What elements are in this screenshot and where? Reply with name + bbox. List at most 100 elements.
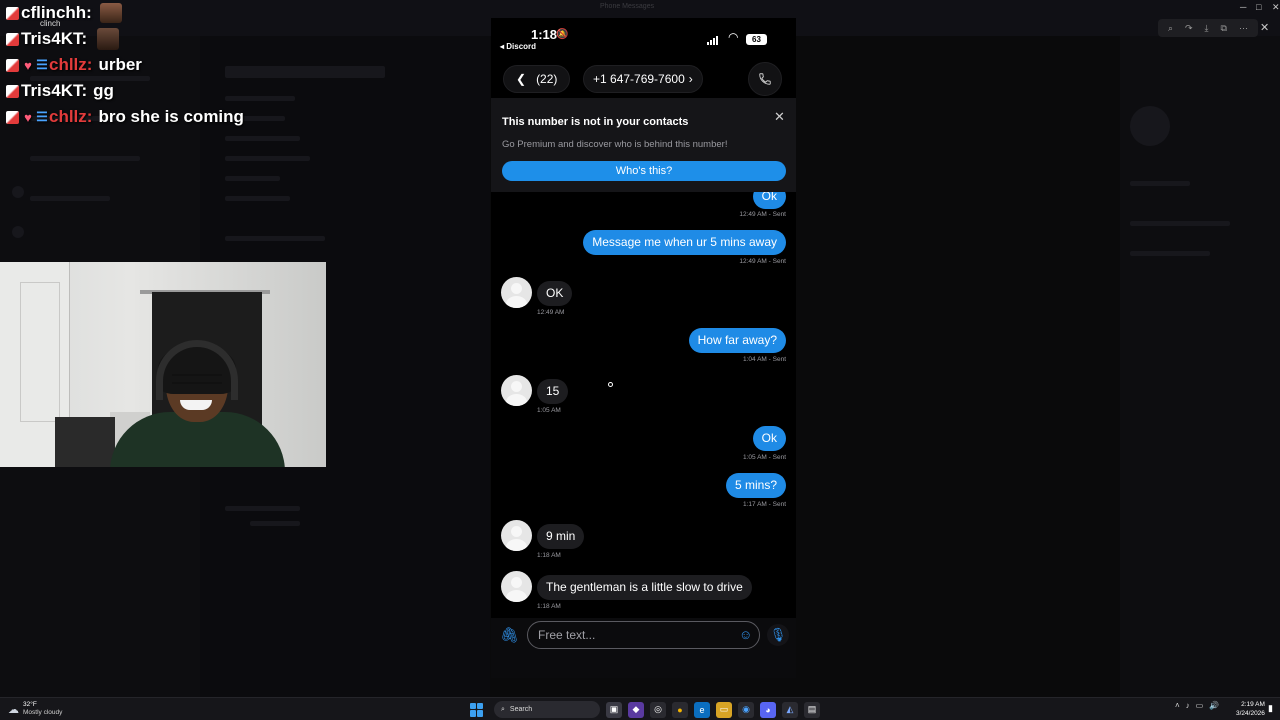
chrome-icon[interactable]: ● xyxy=(672,701,688,718)
close-icon[interactable]: ✕ xyxy=(774,109,785,125)
chat-line: Tris4KT: gg xyxy=(6,78,244,104)
chat-emote xyxy=(99,3,122,23)
download-icon[interactable]: ⤓ xyxy=(1205,23,1209,34)
phone-mirror-window: 1:18 🔕 ◂ Discord ◠ 63 ❮ (22) +1 647-769-… xyxy=(491,18,796,678)
avatar xyxy=(501,571,532,602)
chat-username: Tris4KT: xyxy=(21,81,88,100)
phone-icon xyxy=(759,73,771,85)
minimize-icon[interactable]: ─ xyxy=(1240,2,1246,12)
paperclip-icon[interactable]: 🖇 xyxy=(500,626,519,644)
message-input[interactable] xyxy=(527,621,760,649)
search-icon: ⌕ xyxy=(501,705,505,713)
whos-this-button[interactable]: Who's this? xyxy=(502,161,786,181)
back-to-app-link[interactable]: ◂ Discord xyxy=(500,42,536,51)
message-bubble-outgoing: Ok xyxy=(752,426,786,451)
banner-title: This number is not in your contacts xyxy=(502,116,689,128)
chat-line: ♥ ☰ chllz: bro she is coming xyxy=(6,104,244,130)
microphone-icon[interactable]: 🎙 xyxy=(767,624,789,646)
cloud-icon: ☁ xyxy=(8,703,19,716)
heart-badge-icon: ♥ xyxy=(24,57,32,73)
search-label: Search xyxy=(509,706,533,713)
pencil-badge-icon xyxy=(6,32,19,46)
copilot-icon[interactable]: ◆ xyxy=(628,701,644,718)
microphone-tray-icon[interactable]: ♪ xyxy=(1186,701,1190,710)
network-icon[interactable]: ▭ xyxy=(1196,701,1204,710)
chat-message: bro she is coming xyxy=(98,107,244,126)
pencil-badge-icon xyxy=(6,84,19,98)
bars-badge-icon: ☰ xyxy=(36,109,48,124)
battery-indicator: 63 xyxy=(746,34,767,45)
floating-toolbar: ⌕ ↷ ⤓ ⧉ ⋯ xyxy=(1158,19,1258,37)
avatar xyxy=(501,375,532,406)
close-window-icon[interactable]: ✕ xyxy=(1272,2,1280,13)
message-timestamp: 1:18 AM xyxy=(537,552,561,559)
message-bubble-outgoing: How far away? xyxy=(688,328,786,353)
message-timestamp: 1:05 AM xyxy=(537,407,561,414)
windows-start-icon[interactable] xyxy=(470,702,484,717)
taskbar-clock[interactable]: 2:19 AM 3/24/2026 xyxy=(1236,700,1265,718)
redo-icon[interactable]: ↷ xyxy=(1185,23,1193,34)
chevron-left-icon: ❮ xyxy=(516,72,527,86)
message-bubble-incoming: 9 min xyxy=(537,524,585,549)
message-timestamp: 12:49 AM - Sent xyxy=(739,211,786,218)
clock-date: 3/24/2026 xyxy=(1236,710,1265,717)
windows-taskbar: ☁ 32°F Mostly cloudy ⌕ Search ▣ ◆ ◎ ● e … xyxy=(0,697,1280,720)
chat-message: gg xyxy=(93,81,114,100)
chat-username: chllz: xyxy=(49,55,93,74)
mouse-cursor xyxy=(608,382,613,387)
volume-icon[interactable]: 🔊 xyxy=(1209,701,1219,710)
discord-icon[interactable]: ◕ xyxy=(760,701,776,718)
browser-icon[interactable]: ◉ xyxy=(738,701,754,718)
background-member-list xyxy=(1120,36,1280,697)
weather-widget[interactable]: ☁ 32°F Mostly cloudy xyxy=(8,701,62,717)
message-bubble-incoming: 15 xyxy=(537,379,569,404)
edge-icon[interactable]: e xyxy=(694,701,710,718)
file-explorer-icon[interactable]: ▭ xyxy=(716,701,732,718)
widgets-icon[interactable]: ◎ xyxy=(650,701,666,718)
clock-time: 2:19 AM xyxy=(1241,701,1265,708)
task-view-icon[interactable]: ▣ xyxy=(606,701,622,718)
message-timestamp: 1:18 AM xyxy=(537,603,561,610)
chevron-up-icon[interactable]: ˄ xyxy=(1175,701,1180,710)
chat-line: Tris4KT: xyxy=(6,26,244,52)
banner-subtitle: Go Premium and discover who is behind th… xyxy=(502,139,728,150)
chat-mini-tag: clinch xyxy=(40,19,61,28)
app-icon[interactable]: ◭ xyxy=(782,701,798,718)
terminal-icon[interactable]: ▤ xyxy=(804,701,820,718)
system-tray: ˄ ♪ ▭ 🔊 xyxy=(1175,701,1219,710)
popout-icon[interactable]: ⧉ xyxy=(1221,23,1227,34)
heart-badge-icon: ♥ xyxy=(24,109,32,125)
pencil-badge-icon xyxy=(6,6,19,20)
message-timestamp: 1:05 AM - Sent xyxy=(743,454,786,461)
unread-count: (22) xyxy=(536,72,558,86)
pencil-badge-icon xyxy=(6,58,19,72)
call-button[interactable] xyxy=(748,62,782,96)
taskbar-apps: ⌕ Search ▣ ◆ ◎ ● e ▭ ◉ ◕ ◭ ▤ xyxy=(470,700,820,719)
chat-username: Tris4KT: xyxy=(21,29,88,48)
close-overlay-icon[interactable]: ✕ xyxy=(1260,21,1269,34)
chat-line: ♥ ☰ chllz: urber xyxy=(6,52,244,78)
smile xyxy=(180,400,212,410)
message-timestamp: 12:49 AM - Sent xyxy=(739,258,786,265)
zoom-icon[interactable]: ⌕ xyxy=(1168,23,1173,34)
more-icon[interactable]: ⋯ xyxy=(1239,23,1248,34)
message-bubble-outgoing: 5 mins? xyxy=(725,473,786,498)
emoji-icon[interactable]: ☺ xyxy=(739,627,752,642)
weather-description: Mostly cloudy xyxy=(23,709,63,716)
glasses xyxy=(172,374,222,384)
message-timestamp: 12:49 AM xyxy=(537,309,565,316)
message-bubble-incoming: The gentleman is a little slow to drive xyxy=(537,575,752,600)
notification-icon[interactable]: ▮ xyxy=(1268,703,1273,714)
bars-badge-icon: ☰ xyxy=(36,57,48,72)
back-button[interactable]: ❮ (22) xyxy=(503,65,571,93)
unknown-contact-banner: This number is not in your contacts Go P… xyxy=(491,98,796,192)
pencil-badge-icon xyxy=(6,110,19,124)
background-window-title: Phone Messages xyxy=(600,3,655,10)
taskbar-search[interactable]: ⌕ Search xyxy=(494,701,600,718)
contact-number-button[interactable]: +1 647-769-7600 › xyxy=(583,65,703,93)
message-timestamp: 1:04 AM - Sent xyxy=(743,356,786,363)
weather-temperature: 32°F xyxy=(23,701,37,708)
signal-icon xyxy=(707,35,718,45)
stream-chat-overlay: cflinchh: clinch Tris4KT: ♥ ☰ chllz: urb… xyxy=(6,0,244,130)
maximize-icon[interactable]: □ xyxy=(1256,2,1261,12)
